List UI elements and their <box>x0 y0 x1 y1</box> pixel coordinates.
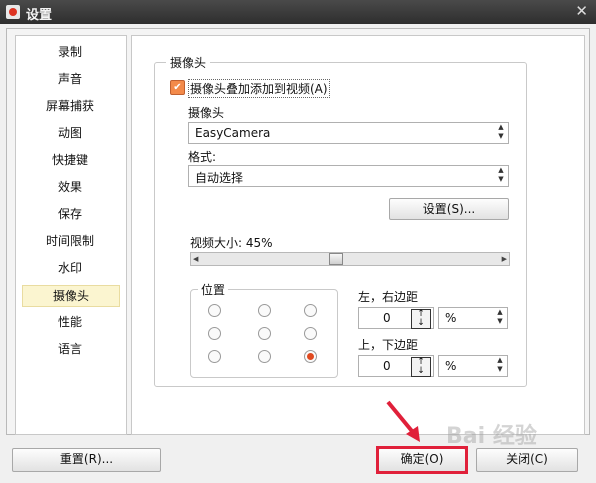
format-label: 格式: <box>188 150 217 164</box>
client-area: 录制 声音 屏幕捕获 动图 快捷键 效果 保存 时间限制 水印 摄像头 性能 语… <box>0 24 596 483</box>
camera-label: 摄像头 <box>188 106 225 120</box>
format-select[interactable]: 自动选择 ▲ ▼ <box>188 165 509 187</box>
position-top-left-radio[interactable] <box>208 304 221 317</box>
updown-icon: ▲ ▼ <box>497 308 503 325</box>
slider-right-icon[interactable]: ▶ <box>502 253 507 265</box>
lr-margin-spinner-icon[interactable]: ↑ ↓ <box>411 309 431 329</box>
sidebar-item-record[interactable]: 录制 <box>22 42 118 62</box>
content-frame: 录制 声音 屏幕捕获 动图 快捷键 效果 保存 时间限制 水印 摄像头 性能 语… <box>6 28 590 435</box>
lr-unit-value: % <box>445 311 457 325</box>
tb-margin-input[interactable]: 0 ↑ ↓ <box>358 355 434 377</box>
sidebar-item-camera[interactable]: 摄像头 <box>22 285 120 307</box>
lr-unit-select[interactable]: % ▲ ▼ <box>438 307 508 329</box>
format-select-value: 自动选择 <box>195 171 244 185</box>
overlay-checkbox[interactable]: ✔ <box>170 80 185 95</box>
lr-margin-input[interactable]: 0 ↑ ↓ <box>358 307 434 329</box>
lr-margin-value: 0 <box>383 311 391 325</box>
sidebar-item-language[interactable]: 语言 <box>22 339 118 359</box>
position-bottom-left-radio[interactable] <box>208 350 221 363</box>
position-center-radio[interactable] <box>258 327 271 340</box>
camera-settings-panel: 摄像头 ✔ 摄像头叠加添加到视频(A) 摄像头 EasyCamera ▲ ▼ 格式… <box>131 35 585 435</box>
reset-button[interactable]: 重置(R)... <box>12 448 161 472</box>
tb-margin-value: 0 <box>383 359 391 373</box>
position-middle-left-radio[interactable] <box>208 327 221 340</box>
position-group-title: 位置 <box>198 281 229 298</box>
video-size-slider[interactable]: ◀ ▶ <box>190 252 510 266</box>
tb-unit-value: % <box>445 359 457 373</box>
sidebar-item-gif[interactable]: 动图 <box>22 123 118 143</box>
sidebar-item-save[interactable]: 保存 <box>22 204 118 224</box>
close-icon[interactable]: ✕ <box>575 2 588 20</box>
position-top-right-radio[interactable] <box>304 304 317 317</box>
settings-window: 设置 ✕ 录制 声音 屏幕捕获 动图 快捷键 效果 保存 时间限制 水印 摄像头… <box>0 0 596 483</box>
ok-button-highlight <box>376 446 468 474</box>
window-title: 设置 <box>26 8 53 23</box>
tb-margin-label: 上，下边距 <box>358 338 419 352</box>
tb-unit-select[interactable]: % ▲ ▼ <box>438 355 508 377</box>
sidebar-item-watermark[interactable]: 水印 <box>22 258 118 278</box>
red-arrow-icon <box>386 400 420 442</box>
position-top-center-radio[interactable] <box>258 304 271 317</box>
watermark-logo: Bai 经验 <box>446 424 537 449</box>
tb-margin-spinner-icon[interactable]: ↑ ↓ <box>411 357 431 377</box>
sidebar-item-capture[interactable]: 屏幕捕获 <box>22 96 118 116</box>
camera-select[interactable]: EasyCamera ▲ ▼ <box>188 122 509 144</box>
lr-margin-label: 左，右边距 <box>358 290 419 304</box>
camera-select-value: EasyCamera <box>195 126 271 140</box>
app-icon <box>6 5 20 19</box>
sidebar-item-effects[interactable]: 效果 <box>22 177 118 197</box>
sidebar-item-hotkeys[interactable]: 快捷键 <box>22 150 118 170</box>
video-size-label: 视频大小: 45% <box>190 236 273 250</box>
position-bottom-center-radio[interactable] <box>258 350 271 363</box>
overlay-checkbox-label[interactable]: 摄像头叠加添加到视频(A) <box>188 79 330 98</box>
slider-thumb[interactable] <box>329 253 344 265</box>
slider-left-icon[interactable]: ◀ <box>193 253 198 265</box>
position-middle-right-radio[interactable] <box>304 327 317 340</box>
updown-icon: ▲ ▼ <box>497 356 503 373</box>
updown-icon: ▲ ▼ <box>498 123 504 140</box>
camera-settings-button[interactable]: 设置(S)... <box>389 198 509 220</box>
position-bottom-right-radio[interactable] <box>304 350 317 363</box>
settings-sidebar: 录制 声音 屏幕捕获 动图 快捷键 效果 保存 时间限制 水印 摄像头 性能 语… <box>15 35 127 435</box>
close-button[interactable]: 关闭(C) <box>476 448 578 472</box>
title-bar: 设置 ✕ <box>0 0 596 24</box>
updown-icon: ▲ ▼ <box>498 166 504 183</box>
sidebar-item-audio[interactable]: 声音 <box>22 69 118 89</box>
sidebar-item-timelimit[interactable]: 时间限制 <box>22 231 118 251</box>
sidebar-item-performance[interactable]: 性能 <box>22 312 118 332</box>
camera-group-title: 摄像头 <box>166 54 211 71</box>
